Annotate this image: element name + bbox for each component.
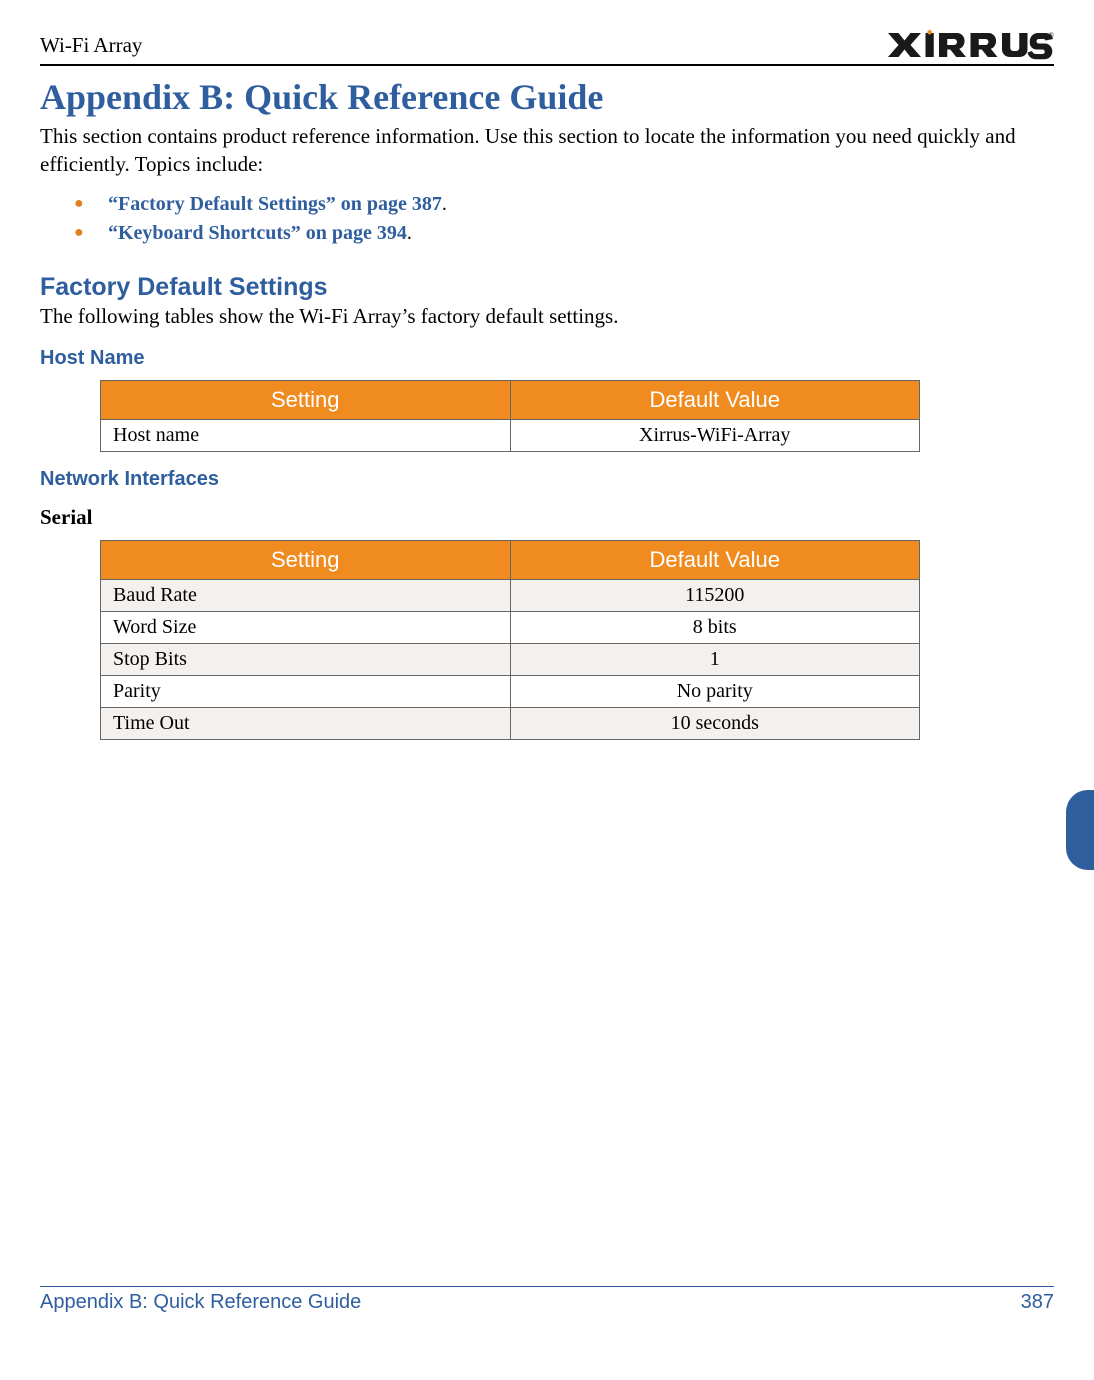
table-header-row: Setting Default Value (101, 540, 920, 579)
cell-value: 10 seconds (510, 707, 920, 739)
cell-value: Xirrus-WiFi-Array (510, 419, 920, 451)
cell-setting: Time Out (101, 707, 511, 739)
topic-link[interactable]: “Keyboard Shortcuts” on page 394 (108, 222, 407, 244)
topic-suffix: . (407, 222, 412, 244)
col-header-value: Default Value (510, 540, 920, 579)
cell-setting: Host name (101, 419, 511, 451)
serial-table: Setting Default Value Baud Rate 115200 W… (100, 540, 920, 740)
page-footer: Appendix B: Quick Reference Guide 387 (40, 1286, 1054, 1314)
section-heading-factory: Factory Default Settings (40, 273, 1054, 302)
xirrus-logo: ® (884, 28, 1054, 62)
cell-value: 1 (510, 643, 920, 675)
table-row: Word Size 8 bits (101, 611, 920, 643)
list-item: “Keyboard Shortcuts” on page 394. (74, 222, 1054, 245)
cell-setting: Stop Bits (101, 643, 511, 675)
topic-suffix: . (442, 193, 447, 215)
subsection-host-name: Host Name (40, 347, 1054, 370)
cell-value: 8 bits (510, 611, 920, 643)
subsection-network-interfaces: Network Interfaces (40, 468, 1054, 491)
intro-text: This section contains product reference … (40, 122, 1054, 179)
header-title: Wi-Fi Array (40, 33, 142, 58)
table-header-row: Setting Default Value (101, 380, 920, 419)
table-row: Time Out 10 seconds (101, 707, 920, 739)
svg-text:®: ® (1049, 31, 1055, 40)
footer-left: Appendix B: Quick Reference Guide (40, 1291, 361, 1314)
side-tab-icon (1066, 790, 1094, 870)
table-row: Host name Xirrus-WiFi-Array (101, 419, 920, 451)
cell-value: No parity (510, 675, 920, 707)
serial-label: Serial (40, 505, 1054, 530)
col-header-value: Default Value (510, 380, 920, 419)
factory-text: The following tables show the Wi-Fi Arra… (40, 304, 1054, 329)
footer-page-number: 387 (1021, 1291, 1054, 1314)
cell-setting: Parity (101, 675, 511, 707)
cell-setting: Word Size (101, 611, 511, 643)
page-header: Wi-Fi Array ® (40, 28, 1054, 66)
topics-list: “Factory Default Settings” on page 387. … (40, 193, 1054, 245)
list-item: “Factory Default Settings” on page 387. (74, 193, 1054, 216)
table-row: Baud Rate 115200 (101, 579, 920, 611)
col-header-setting: Setting (101, 380, 511, 419)
cell-value: 115200 (510, 579, 920, 611)
col-header-setting: Setting (101, 540, 511, 579)
page-title: Appendix B: Quick Reference Guide (40, 76, 1054, 118)
table-row: Stop Bits 1 (101, 643, 920, 675)
host-name-table: Setting Default Value Host name Xirrus-W… (100, 380, 920, 452)
topic-link[interactable]: “Factory Default Settings” on page 387 (108, 193, 442, 215)
cell-setting: Baud Rate (101, 579, 511, 611)
table-row: Parity No parity (101, 675, 920, 707)
